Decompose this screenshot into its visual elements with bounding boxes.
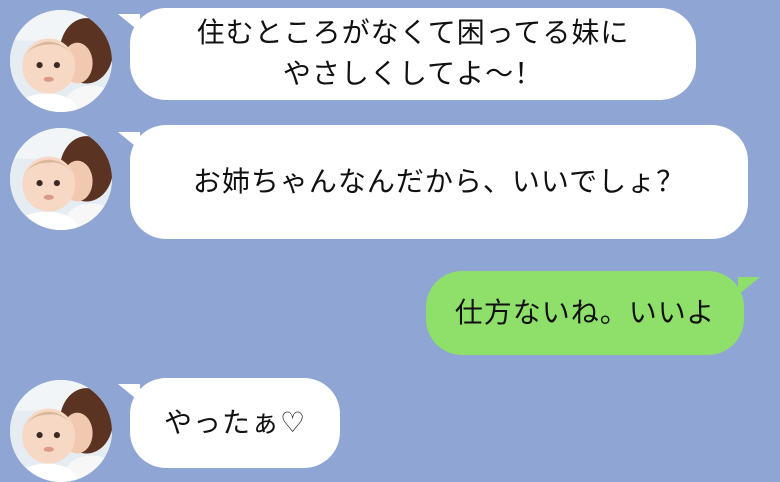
incoming-message-bubble[interactable]: やったぁ♡ bbox=[130, 378, 340, 468]
incoming-message-bubble[interactable]: 住むところがなくて困ってる妹に やさしくしてよ～！ bbox=[130, 8, 696, 100]
sender-avatar[interactable] bbox=[10, 128, 112, 230]
sender-avatar[interactable] bbox=[10, 10, 112, 112]
outgoing-message-bubble[interactable]: 仕方ないね。いいよ bbox=[426, 271, 744, 355]
bubble-tail bbox=[738, 277, 760, 295]
incoming-message-bubble[interactable]: お姉ちゃんなんだから、いいでしょ？ bbox=[130, 125, 748, 239]
mother-and-baby-photo-icon bbox=[10, 380, 112, 482]
sender-avatar[interactable] bbox=[10, 380, 112, 482]
mother-and-baby-photo-icon bbox=[10, 128, 112, 230]
mother-and-baby-photo-icon bbox=[10, 10, 112, 112]
chat-thread: 住むところがなくて困ってる妹に やさしくしてよ～！ お姉ちゃんなんだから、いいで… bbox=[0, 0, 780, 482]
